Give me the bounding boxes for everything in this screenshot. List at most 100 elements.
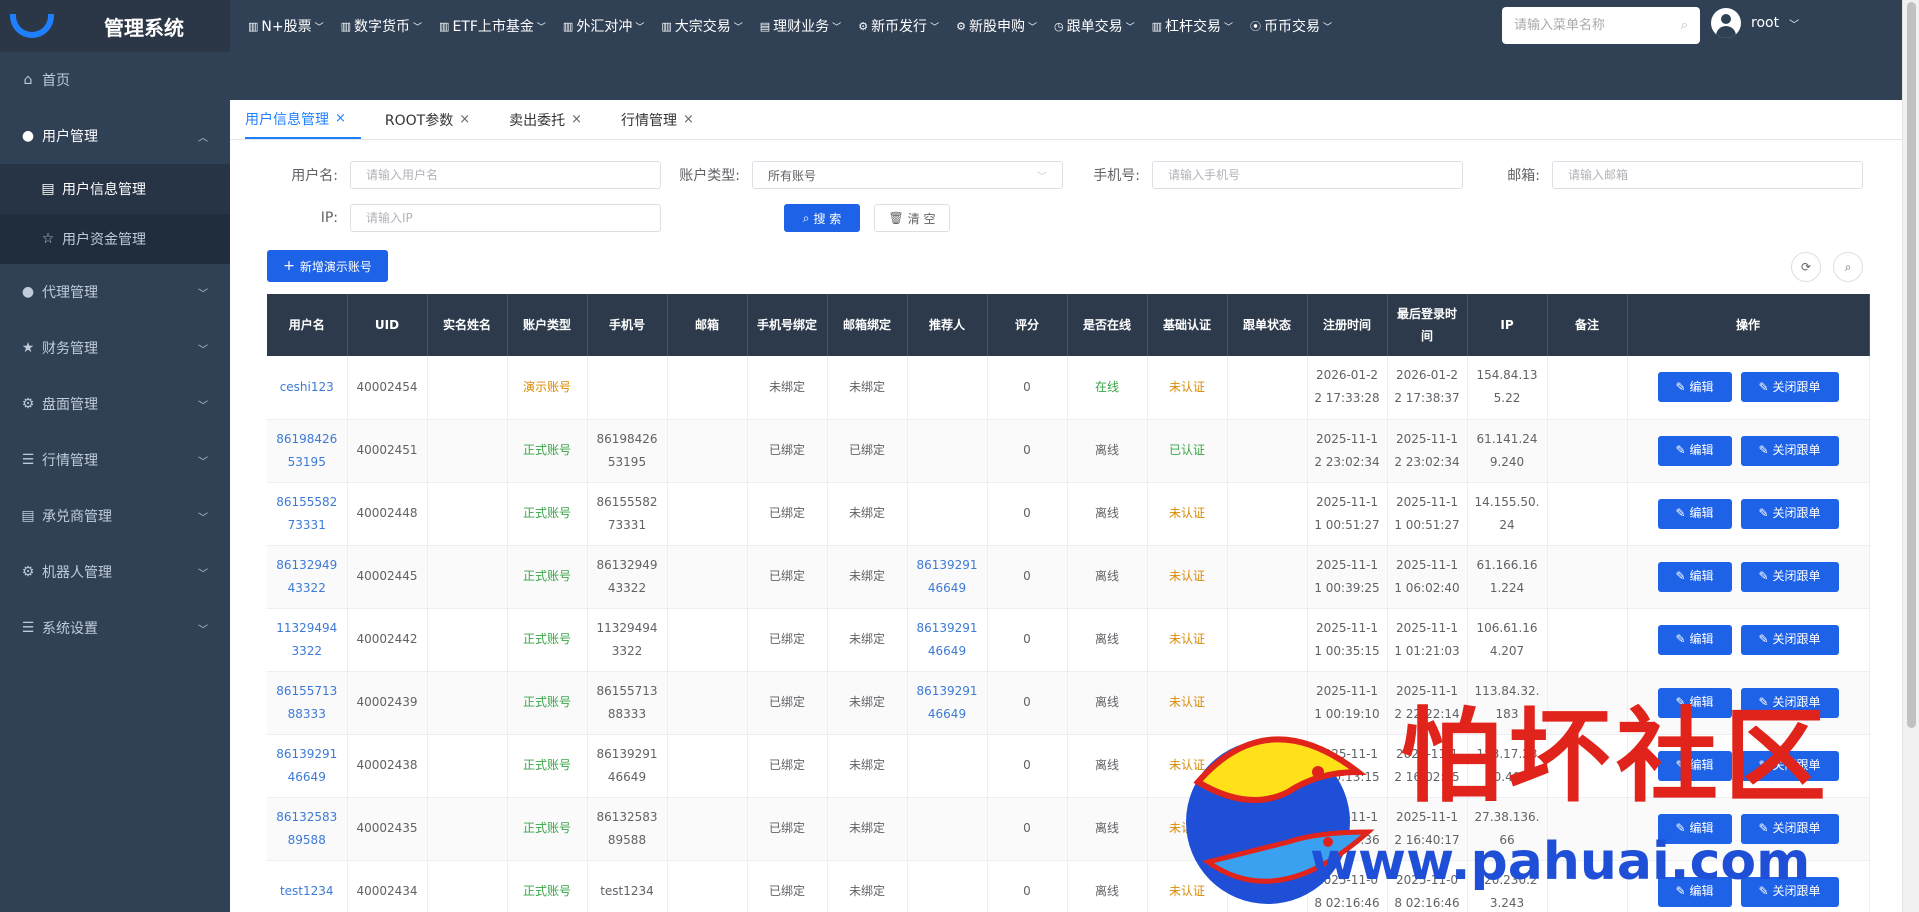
refresh-icon: ⟳ xyxy=(1800,260,1812,274)
sidebar-item-user-funds[interactable]: ☆ 用户资金管理 xyxy=(0,214,230,264)
top-nav-item[interactable]: ⚙ 新股申购 ﹀ xyxy=(956,16,1037,36)
search-icon: ⌕ xyxy=(1844,259,1852,274)
referrer-cell[interactable]: 8613929146649 xyxy=(907,671,988,735)
close-follow-button[interactable]: ✎ 关闭跟单 xyxy=(1740,687,1839,718)
username-cell[interactable]: 8613294943322 xyxy=(267,545,348,609)
remark-cell xyxy=(1547,734,1628,798)
score-cell: 0 xyxy=(987,608,1068,672)
top-nav-item[interactable]: ▥ 数字货币 ﹀ xyxy=(341,16,422,36)
edit-button-label: 编辑 xyxy=(1689,758,1714,772)
ip-input[interactable] xyxy=(350,204,661,232)
top-nav-item[interactable]: ▤ 理财业务 ﹀ xyxy=(760,16,841,36)
sidebar-item-label: 代理管理 xyxy=(42,285,98,301)
vertical-scrollbar[interactable] xyxy=(1902,0,1919,912)
chevron-down-icon[interactable]: ﹀ xyxy=(1789,16,1799,31)
edit-button[interactable]: ✎ 编辑 xyxy=(1657,813,1732,844)
close-icon[interactable]: × xyxy=(335,111,346,126)
username-cell[interactable]: 8613258389588 xyxy=(267,797,348,861)
online-status-cell: 在线 xyxy=(1067,356,1148,420)
close-follow-button[interactable]: ✎ 关闭跟单 xyxy=(1740,876,1839,907)
username-cell[interactable]: 8615571388333 xyxy=(267,671,348,735)
tab-sell-orders[interactable]: 卖出委托 × xyxy=(509,100,597,139)
close-icon[interactable]: × xyxy=(683,112,694,127)
user-menu[interactable]: root ﹀ xyxy=(1711,8,1799,38)
sidebar-item-board[interactable]: ⚙ 盘面管理 ﹀ xyxy=(0,376,230,432)
close-follow-button[interactable]: ✎ 关闭跟单 xyxy=(1740,813,1839,844)
account-type-select[interactable]: 所有账号 ﹀ xyxy=(752,161,1063,189)
edit-button-label: 编辑 xyxy=(1689,443,1714,457)
close-follow-button[interactable]: ✎ 关闭跟单 xyxy=(1740,750,1839,781)
top-nav-item[interactable]: ▥ 外汇对冲 ﹀ xyxy=(563,16,644,36)
top-nav-item[interactable]: ▥ N+股票 ﹀ xyxy=(248,16,324,36)
username-cell[interactable]: 113294943322 xyxy=(267,608,348,672)
referrer-cell[interactable]: 8613929146649 xyxy=(907,545,988,609)
close-icon[interactable]: × xyxy=(571,112,582,127)
user-name[interactable]: root xyxy=(1751,15,1779,31)
sidebar-item-finance[interactable]: ★ 财务管理 ﹀ xyxy=(0,320,230,376)
trash-icon: 🗑 xyxy=(888,211,904,225)
brand[interactable]: 管理系统 xyxy=(0,0,230,52)
column-header: 最后登录时间 xyxy=(1387,294,1468,356)
sidebar-item-label: 用户管理 xyxy=(42,129,98,145)
sidebar-item-label: 行情管理 xyxy=(42,453,98,469)
close-follow-button[interactable]: ✎ 关闭跟单 xyxy=(1740,561,1839,592)
top-nav-label: N+股票 xyxy=(261,19,312,35)
column-header: 手机号 xyxy=(587,294,668,356)
sidebar-item-robot[interactable]: ⚙ 机器人管理 ﹀ xyxy=(0,544,230,600)
scrollbar-thumb[interactable] xyxy=(1907,2,1916,728)
edit-button[interactable]: ✎ 编辑 xyxy=(1657,750,1732,781)
top-nav-item[interactable]: ◷ 跟单交易 ﹀ xyxy=(1054,16,1135,36)
sidebar-item-home[interactable]: ⌂ 首页 xyxy=(0,52,230,108)
close-icon[interactable]: × xyxy=(459,112,470,127)
tab-root-params[interactable]: ROOT参数 × xyxy=(385,100,485,139)
edit-button[interactable]: ✎ 编辑 xyxy=(1657,498,1732,529)
chevron-down-icon: ﹀ xyxy=(314,22,324,33)
top-nav-item[interactable]: ⦿ 币币交易 ﹀ xyxy=(1250,16,1332,36)
top-nav-item[interactable]: ▥ ETF上市基金 ﹀ xyxy=(439,16,546,36)
menu-search-input[interactable] xyxy=(1514,18,1664,33)
top-nav-label: 币币交易 xyxy=(1264,19,1321,35)
edit-button[interactable]: ✎ 编辑 xyxy=(1657,687,1732,718)
edit-button[interactable]: ✎ 编辑 xyxy=(1657,372,1732,403)
score-cell: 0 xyxy=(987,545,1068,609)
close-follow-label: 关闭跟单 xyxy=(1772,506,1821,520)
tab-user-info[interactable]: 用户信息管理 × xyxy=(245,100,361,139)
close-follow-button[interactable]: ✎ 关闭跟单 xyxy=(1740,498,1839,529)
search-button[interactable]: ⌕ 搜 索 xyxy=(784,204,860,232)
toggle-search-button[interactable]: ⌕ xyxy=(1833,252,1863,282)
username-cell[interactable]: 8613929146649 xyxy=(267,734,348,798)
edit-button[interactable]: ✎ 编辑 xyxy=(1657,624,1732,655)
add-demo-account-button[interactable]: + 新增演示账号 xyxy=(267,250,388,282)
sidebar-item-market[interactable]: ☰ 行情管理 ﹀ xyxy=(0,432,230,488)
sidebar-item-acceptor[interactable]: ▤ 承兑商管理 ﹀ xyxy=(0,488,230,544)
edit-button[interactable]: ✎ 编辑 xyxy=(1657,435,1732,466)
sidebar-item-agent[interactable]: ● 代理管理 ﹀ xyxy=(0,264,230,320)
edit-button[interactable]: ✎ 编辑 xyxy=(1657,561,1732,592)
search-icon[interactable]: ⌕ xyxy=(1681,18,1688,33)
username-cell[interactable]: 8619842653195 xyxy=(267,419,348,483)
clear-button[interactable]: 🗑 清 空 xyxy=(874,204,950,232)
top-nav-item[interactable]: ▥ 杠杆交易 ﹀ xyxy=(1152,16,1233,36)
last-login-cell: 2025-11-11 06:02:40 xyxy=(1387,545,1468,609)
top-nav-item[interactable]: ▥ 大宗交易 ﹀ xyxy=(661,16,742,36)
sidebar-item-user-management[interactable]: ● 用户管理 ︿ xyxy=(0,108,230,164)
edit-button[interactable]: ✎ 编辑 xyxy=(1657,876,1732,907)
sidebar-item-user-info[interactable]: ▤ 用户信息管理 xyxy=(0,164,230,214)
refresh-button[interactable]: ⟳ xyxy=(1791,252,1821,282)
email-input[interactable] xyxy=(1552,161,1863,189)
username-input[interactable] xyxy=(350,161,661,189)
remark-cell xyxy=(1547,608,1628,672)
close-follow-button[interactable]: ✎ 关闭跟单 xyxy=(1740,435,1839,466)
username-cell[interactable]: test1234 xyxy=(267,860,348,912)
username-cell[interactable]: ceshi123 xyxy=(267,356,348,420)
username-cell[interactable]: 8615558273331 xyxy=(267,482,348,546)
avatar[interactable] xyxy=(1711,8,1741,38)
tab-market[interactable]: 行情管理 × xyxy=(621,100,709,139)
email-cell xyxy=(667,482,748,546)
close-follow-button[interactable]: ✎ 关闭跟单 xyxy=(1740,372,1839,403)
phone-input[interactable] xyxy=(1152,161,1463,189)
close-follow-button[interactable]: ✎ 关闭跟单 xyxy=(1740,624,1839,655)
referrer-cell[interactable]: 8613929146649 xyxy=(907,608,988,672)
top-nav-item[interactable]: ⚙ 新币发行 ﹀ xyxy=(858,16,939,36)
sidebar-item-settings[interactable]: ☰ 系统设置 ﹀ xyxy=(0,600,230,656)
